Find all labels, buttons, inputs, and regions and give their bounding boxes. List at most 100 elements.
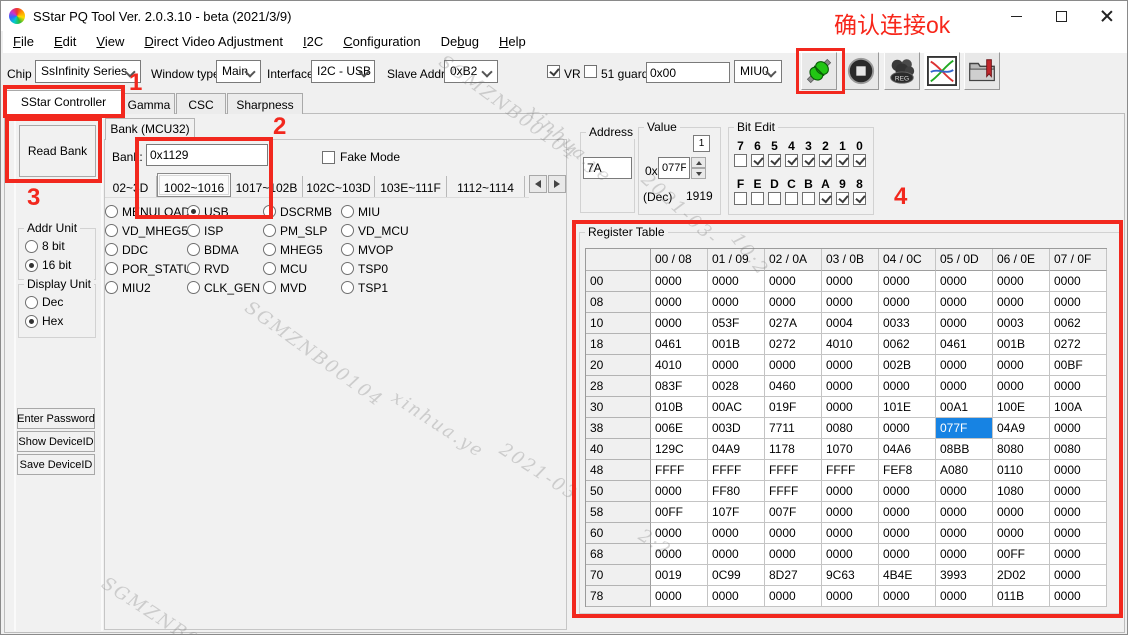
register-cell-70-4[interactable]: 4B4E (879, 565, 936, 586)
bit-checkbox-8[interactable] (853, 192, 866, 205)
column-header-04-0c[interactable]: 04 / 0C (879, 249, 936, 271)
register-cell-58-1[interactable]: 107F (708, 502, 765, 523)
bit-checkbox-e[interactable] (751, 192, 764, 205)
register-cell-00-7[interactable]: 0000 (1050, 271, 1107, 292)
radio-8bit[interactable] (25, 240, 38, 253)
register-cell-28-4[interactable]: 0000 (879, 376, 936, 397)
register-cell-28-1[interactable]: 0028 (708, 376, 765, 397)
column-header-06-0e[interactable]: 06 / 0E (993, 249, 1050, 271)
register-cell-78-1[interactable]: 0000 (708, 586, 765, 607)
bit-checkbox-2[interactable] (819, 154, 832, 167)
register-cell-38-1[interactable]: 003D (708, 418, 765, 439)
row-header-08[interactable]: 08 (586, 292, 651, 313)
register-cell-40-6[interactable]: 8080 (993, 439, 1050, 460)
register-cell-48-2[interactable]: FFFF (765, 460, 822, 481)
row-header-70[interactable]: 70 (586, 565, 651, 586)
curve-tool-button[interactable] (924, 52, 960, 90)
register-cell-68-5[interactable]: 0000 (936, 544, 993, 565)
register-cell-18-5[interactable]: 0461 (936, 334, 993, 355)
register-cell-30-4[interactable]: 101E (879, 397, 936, 418)
bit-checkbox-3[interactable] (802, 154, 815, 167)
register-cell-60-1[interactable]: 0000 (708, 523, 765, 544)
radio-dec[interactable] (25, 296, 38, 309)
register-cell-50-1[interactable]: FF80 (708, 481, 765, 502)
fake-mode-checkbox[interactable] (322, 151, 335, 164)
register-cell-40-1[interactable]: 04A9 (708, 439, 765, 460)
register-cell-70-5[interactable]: 3993 (936, 565, 993, 586)
range-scroll-left-button[interactable] (529, 175, 547, 193)
register-cell-58-0[interactable]: 00FF (651, 502, 708, 523)
register-cell-48-3[interactable]: FFFF (822, 460, 879, 481)
register-cell-28-0[interactable]: 083F (651, 376, 708, 397)
column-header-00-08[interactable]: 00 / 08 (651, 249, 708, 271)
interface-combobox[interactable]: I2C - USB (311, 60, 375, 83)
register-cell-60-3[interactable]: 0000 (822, 523, 879, 544)
register-cell-70-2[interactable]: 8D27 (765, 565, 822, 586)
register-cell-68-3[interactable]: 0000 (822, 544, 879, 565)
register-cell-30-3[interactable]: 0000 (822, 397, 879, 418)
register-cell-78-3[interactable]: 0000 (822, 586, 879, 607)
row-header-38[interactable]: 38 (586, 418, 651, 439)
range-tab-102c-103d[interactable]: 102C~103D (303, 176, 375, 197)
register-cell-40-5[interactable]: 08BB (936, 439, 993, 460)
register-cell-18-2[interactable]: 0272 (765, 334, 822, 355)
register-cell-58-5[interactable]: 0000 (936, 502, 993, 523)
register-cell-00-5[interactable]: 0000 (936, 271, 993, 292)
save-deviceid-button[interactable]: Save DeviceID (17, 454, 95, 475)
register-cell-18-1[interactable]: 001B (708, 334, 765, 355)
register-cell-38-6[interactable]: 04A9 (993, 418, 1050, 439)
register-cell-40-4[interactable]: 04A6 (879, 439, 936, 460)
value-count-box[interactable]: 1 (693, 135, 710, 152)
radio-16bit[interactable] (25, 259, 38, 272)
register-cell-10-6[interactable]: 0003 (993, 313, 1050, 334)
register-cell-68-2[interactable]: 0000 (765, 544, 822, 565)
value-hex-input[interactable] (658, 157, 690, 179)
close-button[interactable] (1084, 1, 1128, 31)
show-deviceid-button[interactable]: Show DeviceID (17, 431, 95, 452)
register-cell-78-5[interactable]: 0000 (936, 586, 993, 607)
range-tab-1017-102b[interactable]: 1017~102B (231, 176, 303, 197)
read-bank-button[interactable]: Read Bank (19, 125, 96, 177)
register-cell-08-7[interactable]: 0000 (1050, 292, 1107, 313)
register-cell-30-2[interactable]: 019F (765, 397, 822, 418)
bit-checkbox-f[interactable] (734, 192, 747, 205)
register-cell-20-6[interactable]: 0000 (993, 355, 1050, 376)
register-cell-48-7[interactable]: 0000 (1050, 460, 1107, 481)
register-cell-48-0[interactable]: FFFF (651, 460, 708, 481)
menu-item-configuration[interactable]: Configuration (333, 31, 430, 53)
register-cell-30-1[interactable]: 00AC (708, 397, 765, 418)
register-cell-60-5[interactable]: 0000 (936, 523, 993, 544)
range-tab-1112-1114[interactable]: 1112~1114 (447, 176, 525, 197)
row-header-20[interactable]: 20 (586, 355, 651, 376)
register-cell-50-5[interactable]: 0000 (936, 481, 993, 502)
guard-value-input[interactable] (646, 62, 730, 83)
register-cell-40-7[interactable]: 0080 (1050, 439, 1107, 460)
register-cell-10-0[interactable]: 0000 (651, 313, 708, 334)
register-cell-50-0[interactable]: 0000 (651, 481, 708, 502)
register-cell-28-5[interactable]: 0000 (936, 376, 993, 397)
register-cell-78-7[interactable]: 0000 (1050, 586, 1107, 607)
register-cell-08-0[interactable]: 0000 (651, 292, 708, 313)
register-cell-18-6[interactable]: 001B (993, 334, 1050, 355)
bit-checkbox-4[interactable] (785, 154, 798, 167)
bit-checkbox-c[interactable] (785, 192, 798, 205)
register-cell-70-6[interactable]: 2D02 (993, 565, 1050, 586)
menu-item-i2c[interactable]: I2C (293, 31, 333, 53)
register-cell-20-0[interactable]: 4010 (651, 355, 708, 376)
register-cell-18-4[interactable]: 0062 (879, 334, 936, 355)
register-cell-68-7[interactable]: 0000 (1050, 544, 1107, 565)
vr-checkbox[interactable] (547, 65, 560, 78)
row-header-28[interactable]: 28 (586, 376, 651, 397)
register-cell-30-0[interactable]: 010B (651, 397, 708, 418)
menu-item-help[interactable]: Help (489, 31, 536, 53)
register-cell-30-5[interactable]: 00A1 (936, 397, 993, 418)
register-cell-20-7[interactable]: 00BF (1050, 355, 1107, 376)
column-header-01-09[interactable]: 01 / 09 (708, 249, 765, 271)
register-cell-18-0[interactable]: 0461 (651, 334, 708, 355)
register-cell-78-0[interactable]: 0000 (651, 586, 708, 607)
spin-up-button[interactable] (691, 157, 706, 168)
register-cell-50-6[interactable]: 1080 (993, 481, 1050, 502)
register-cell-00-4[interactable]: 0000 (879, 271, 936, 292)
register-cell-30-7[interactable]: 100A (1050, 397, 1107, 418)
row-header-68[interactable]: 68 (586, 544, 651, 565)
